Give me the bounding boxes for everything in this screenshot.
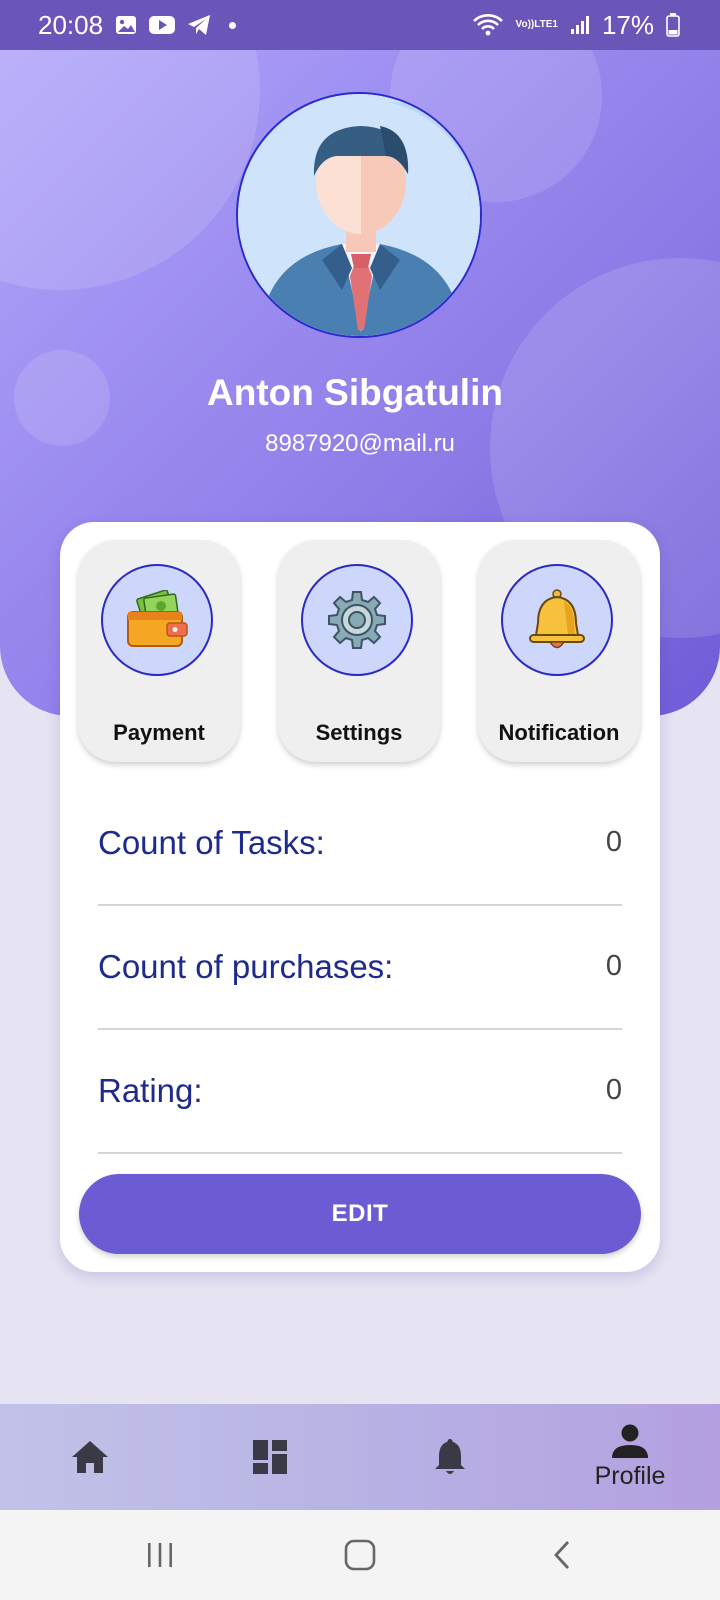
nav-home[interactable] [0, 1404, 180, 1510]
dot-icon [229, 21, 237, 29]
payment-label: Payment [113, 720, 205, 745]
back-chevron-icon [554, 1541, 570, 1569]
wifi-icon [472, 13, 504, 37]
person-icon [612, 1424, 648, 1458]
volte-label: Vo)) [515, 19, 535, 30]
recent-apps-icon [148, 1543, 172, 1567]
edit-button[interactable]: EDIT [79, 1174, 641, 1254]
notification-tile[interactable]: Notification [478, 540, 640, 762]
telegram-icon [187, 14, 211, 36]
bell-icon [529, 589, 585, 649]
home-button[interactable] [330, 1532, 390, 1578]
stat-row-rating: Rating: 0 [98, 1030, 622, 1154]
battery-percent: 17% [601, 9, 654, 40]
nav-notifications[interactable] [360, 1404, 540, 1510]
avatar[interactable] [236, 92, 482, 338]
settings-tile[interactable]: Settings [278, 540, 440, 762]
status-bar: 20:08 Vo)) LTE1 17% [0, 0, 720, 50]
home-icon [72, 1441, 108, 1473]
stat-row-purchases: Count of purchases: 0 [98, 906, 622, 1030]
payment-tile[interactable]: Payment [78, 540, 240, 762]
home-square-icon [344, 1539, 376, 1571]
recent-apps-button[interactable] [130, 1532, 190, 1578]
status-time: 20:08 [38, 9, 104, 40]
rating-value: 0 [605, 1074, 622, 1106]
bottom-navigation: Profile [0, 1404, 720, 1510]
notification-icon-circle [501, 564, 613, 676]
nav-profile[interactable]: Profile [540, 1404, 720, 1510]
payment-icon-circle [101, 564, 213, 676]
signal-icon [570, 15, 590, 35]
rating-label: Rating: [98, 1072, 203, 1109]
volte-icon: Vo)) LTE1 [516, 20, 558, 30]
user-name: Anton Sibgatulin [207, 372, 503, 413]
purchases-value: 0 [605, 950, 622, 982]
businessman-avatar-icon [238, 94, 480, 336]
nav-dashboard[interactable] [180, 1404, 360, 1510]
stat-row-tasks: Count of Tasks: 0 [98, 782, 622, 906]
back-button[interactable] [532, 1532, 592, 1578]
lte-label: LTE1 [534, 19, 558, 30]
settings-icon-circle [301, 564, 413, 676]
notification-label: Notification [498, 720, 620, 745]
system-navigation-bar [0, 1510, 720, 1600]
tasks-label: Count of Tasks: [98, 824, 325, 861]
dashboard-icon [253, 1440, 287, 1474]
settings-label: Settings [315, 720, 403, 745]
gallery-icon [115, 14, 137, 36]
nav-profile-label: Profile [594, 1461, 666, 1490]
battery-icon [666, 13, 680, 37]
wallet-icon [127, 590, 188, 647]
bell-icon [435, 1439, 465, 1474]
profile-card: Payment Settings Notification Count of T… [60, 522, 660, 1272]
gear-icon [328, 591, 386, 649]
purchases-label: Count of purchases: [98, 948, 394, 985]
youtube-icon [149, 15, 176, 35]
tasks-value: 0 [605, 826, 622, 858]
user-email: 8987920@mail.ru [265, 430, 455, 457]
